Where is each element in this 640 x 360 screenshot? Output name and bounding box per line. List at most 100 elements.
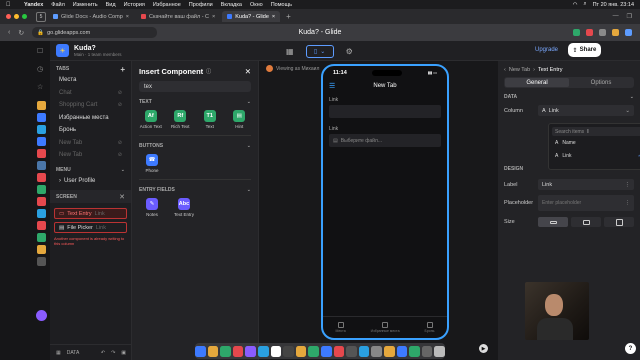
nav-tab-item[interactable]: New Tab ⊘	[50, 137, 131, 150]
extension-icon[interactable]	[599, 29, 606, 36]
close-tab-icon[interactable]: ×	[272, 14, 275, 20]
dropdown-option[interactable]: A Link ✓	[552, 149, 640, 162]
dock-app-icon[interactable]	[409, 345, 420, 357]
play-icon[interactable]: ▶	[479, 344, 488, 353]
zoom-window-button[interactable]	[22, 14, 27, 19]
nav-tab-item[interactable]: Бронь	[50, 124, 131, 137]
extension-icon[interactable]	[586, 29, 593, 36]
app-icon[interactable]	[36, 245, 46, 254]
app-icon[interactable]	[36, 197, 46, 206]
menubar-item[interactable]: Файл	[51, 2, 65, 8]
data-label[interactable]: DATA	[67, 350, 80, 356]
dock-app-icon[interactable]	[421, 345, 433, 357]
phone-tab[interactable]: Бронь	[425, 322, 434, 333]
apple-icon[interactable]: 	[6, 2, 16, 8]
data-icon[interactable]: ▦	[56, 350, 61, 356]
app-name[interactable]: Kuda?	[74, 45, 122, 52]
phone-tab[interactable]: Места	[335, 322, 346, 333]
menubar-item[interactable]: Профили	[189, 2, 213, 8]
menubar-item[interactable]: Окно	[250, 2, 263, 8]
tab-options[interactable]: Options	[569, 78, 633, 87]
component-tile[interactable]: ☎ Phone	[139, 154, 165, 173]
menubar-item[interactable]: Вкладка	[221, 2, 242, 8]
close-icon[interactable]: ✕	[245, 67, 251, 76]
chevron-down-icon[interactable]: ⌄	[630, 94, 634, 100]
menubar-item[interactable]: Избранное	[153, 2, 181, 8]
component-tile[interactable]: Abc Text Entry	[171, 198, 197, 217]
panel-icon[interactable]: ▣	[121, 350, 126, 356]
dock-app-icon[interactable]	[396, 345, 408, 357]
hidden-eye-icon[interactable]: ⊘	[118, 90, 122, 96]
minimize-icon[interactable]: —	[613, 13, 619, 20]
component-text-entry[interactable]: ▭ Text Entry Link	[54, 208, 127, 219]
tab-general[interactable]: General	[505, 78, 569, 87]
search-icon[interactable]: ⌕	[584, 1, 587, 8]
menubar-item[interactable]: Вид	[106, 2, 116, 8]
vk-icon[interactable]	[36, 161, 46, 170]
chevron-down-icon[interactable]: ⌄	[247, 143, 251, 149]
text-entry-field[interactable]	[329, 105, 441, 118]
back-icon[interactable]: ‹	[504, 67, 506, 73]
component-tile[interactable]: T1 Text	[198, 110, 222, 129]
chevron-down-icon[interactable]: ⌄	[247, 99, 251, 105]
nav-tab-item[interactable]: New Tab ⊘	[50, 149, 131, 162]
crumb-root[interactable]: New Tab	[509, 67, 530, 73]
label-input[interactable]: Link ⋮	[538, 179, 634, 190]
add-tab-icon[interactable]: +	[120, 65, 125, 74]
dropdown-search-input[interactable]: Search items I	[552, 127, 640, 136]
browser-tab[interactable]: Kuda? - Glide ×	[222, 11, 281, 22]
app-icon[interactable]	[36, 113, 46, 122]
menubar-item[interactable]: История	[124, 2, 145, 8]
dock-app-icon[interactable]	[346, 345, 357, 357]
dock-app-icon[interactable]	[383, 345, 395, 357]
size-medium-button[interactable]	[571, 217, 601, 227]
dock-app-icon[interactable]	[232, 345, 244, 357]
dock-app-icon[interactable]	[295, 345, 307, 357]
back-icon[interactable]: ‹	[8, 29, 10, 36]
dock-app-icon[interactable]	[321, 345, 332, 357]
collections-icon[interactable]: ☐	[37, 47, 43, 55]
placeholder-input[interactable]: Enter placeholder ⋮	[538, 195, 634, 211]
app-logo-icon[interactable]: ☀	[56, 44, 69, 57]
extension-icon[interactable]	[612, 29, 619, 36]
dock-app-icon[interactable]	[308, 345, 319, 357]
wifi-icon[interactable]: ◠	[573, 2, 578, 8]
component-search-input[interactable]: tex	[139, 81, 251, 92]
device-preview-button[interactable]: ▯ ⌄	[305, 45, 334, 58]
minimize-window-button[interactable]	[14, 14, 19, 19]
telegram-icon[interactable]	[36, 125, 46, 134]
menu-item-user-profile[interactable]: › User Profile	[50, 175, 131, 188]
nav-tab-item[interactable]: Места	[50, 74, 131, 87]
dock-app-icon[interactable]	[434, 345, 445, 357]
upgrade-link[interactable]: Upgrade	[535, 47, 558, 53]
file-picker-field[interactable]: ▤ Выберите файл...	[329, 134, 441, 147]
dock-app-icon[interactable]	[220, 345, 231, 357]
dock-app-icon[interactable]	[283, 345, 294, 357]
nav-tab-item[interactable]: Chat ⊘	[50, 87, 131, 100]
chevron-down-icon[interactable]: ⌄	[247, 187, 251, 193]
extension-icon[interactable]	[573, 29, 580, 36]
info-icon[interactable]: ⓘ	[206, 68, 211, 75]
close-tab-icon[interactable]: ×	[126, 14, 129, 20]
close-tab-icon[interactable]: ×	[212, 14, 215, 20]
history-icon[interactable]: ◷	[37, 65, 43, 73]
app-icon[interactable]	[36, 233, 46, 242]
dock-app-icon[interactable]	[258, 345, 269, 357]
new-tab-icon[interactable]: +	[282, 12, 291, 21]
nav-tab-item[interactable]: Избранные места	[50, 112, 131, 125]
menu-icon[interactable]: ☰	[329, 82, 335, 90]
dock-app-icon[interactable]	[371, 345, 382, 357]
dock-app-icon[interactable]	[358, 345, 370, 357]
chevron-down-icon[interactable]: ⌄	[121, 167, 125, 173]
downloads-icon[interactable]	[625, 29, 632, 36]
dock-app-icon[interactable]	[195, 345, 206, 357]
youtube-icon[interactable]	[36, 173, 46, 182]
phone-tab[interactable]: Избранные места	[371, 322, 400, 333]
more-icon[interactable]: ⋮	[625, 200, 630, 206]
redo-icon[interactable]: ↷	[111, 350, 115, 356]
size-small-button[interactable]	[538, 217, 568, 227]
dock-app-icon[interactable]	[207, 345, 219, 357]
more-icon[interactable]: ⋮	[625, 182, 631, 188]
help-button[interactable]: ?	[625, 343, 636, 354]
restore-icon[interactable]: ❐	[627, 13, 632, 20]
